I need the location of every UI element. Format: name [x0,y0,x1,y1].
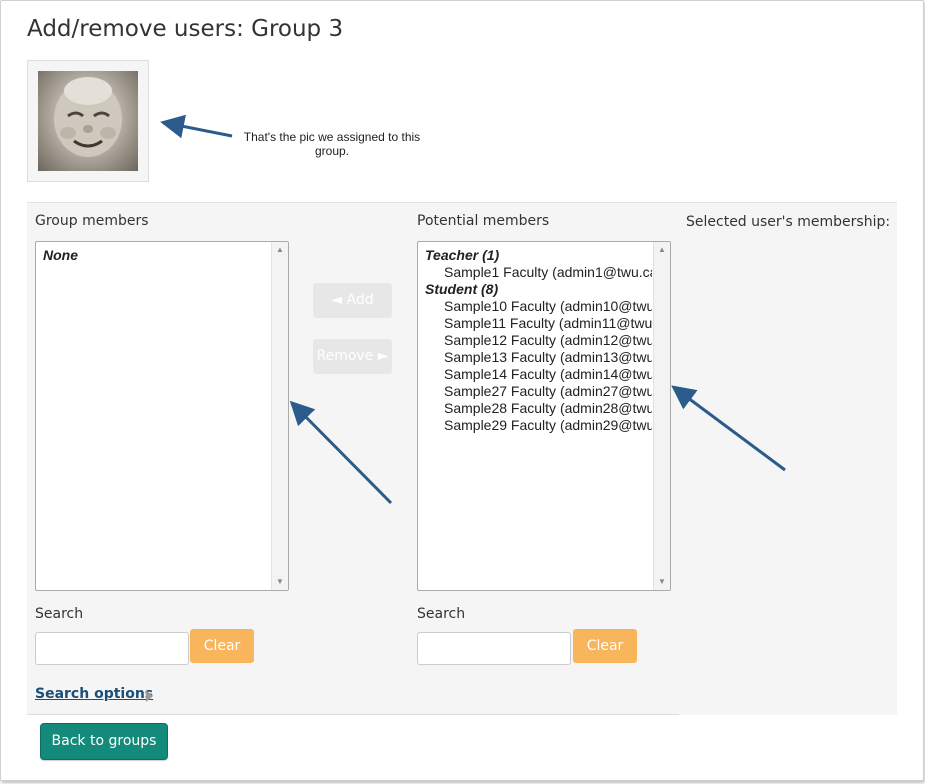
expand-triangle-icon[interactable] [146,690,153,702]
group-members-listbox[interactable]: None ▲ ▼ [35,241,289,591]
empty-placeholder: None [43,247,78,263]
list-item[interactable]: Sample28 Faculty (admin28@twu. [425,400,652,417]
remove-button[interactable]: Remove ► [313,339,392,374]
scroll-up-icon[interactable]: ▲ [272,243,288,257]
page-title: Add/remove users: Group 3 [27,16,344,42]
group-members-label: Group members [35,213,149,229]
list-item[interactable]: Sample11 Faculty (admin11@twu. [425,315,652,332]
potential-members-list: Teacher (1) Sample1 Faculty (admin1@twu.… [425,247,652,434]
back-to-groups-button[interactable]: Back to groups [40,723,168,760]
optgroup-heading: Student (8) [425,281,499,297]
clear-button-right[interactable]: Clear [573,629,637,663]
potential-members-scrollbar[interactable]: ▲ ▼ [653,242,670,590]
scroll-up-icon[interactable]: ▲ [654,243,670,257]
list-item[interactable]: Sample13 Faculty (admin13@twu. [425,349,652,366]
potential-members-listbox[interactable]: Teacher (1) Sample1 Faculty (admin1@twu.… [417,241,671,591]
optgroup-heading: Teacher (1) [425,247,500,263]
potential-members-label: Potential members [417,213,550,229]
list-item[interactable]: Sample14 Faculty (admin14@twu. [425,366,652,383]
search-label-left: Search [35,606,84,622]
group-picture-frame [27,60,149,182]
list-item[interactable]: Sample12 Faculty (admin12@twu. [425,332,652,349]
group-members-list: None [43,247,270,264]
search-label-right: Search [417,606,466,622]
membership-label: Selected user's membership: [686,214,891,230]
list-item[interactable]: Sample29 Faculty (admin29@twu. [425,417,652,434]
scroll-down-icon[interactable]: ▼ [654,575,670,589]
search-input-right[interactable] [417,632,571,665]
clear-button-left[interactable]: Clear [190,629,254,663]
list-item[interactable]: Sample10 Faculty (admin10@twu. [425,298,652,315]
list-item[interactable]: Sample1 Faculty (admin1@twu.ca [425,264,652,281]
annotation-note: That's the pic we assigned to this group… [243,130,421,158]
panel-divider [27,714,679,715]
search-input-left[interactable] [35,632,189,665]
search-options-link[interactable]: Search options [35,686,153,702]
list-item[interactable]: Sample27 Faculty (admin27@twu. [425,383,652,400]
add-button[interactable]: ◄ Add [313,283,392,318]
group-picture [38,71,138,171]
scroll-down-icon[interactable]: ▼ [272,575,288,589]
group-members-scrollbar[interactable]: ▲ ▼ [271,242,288,590]
